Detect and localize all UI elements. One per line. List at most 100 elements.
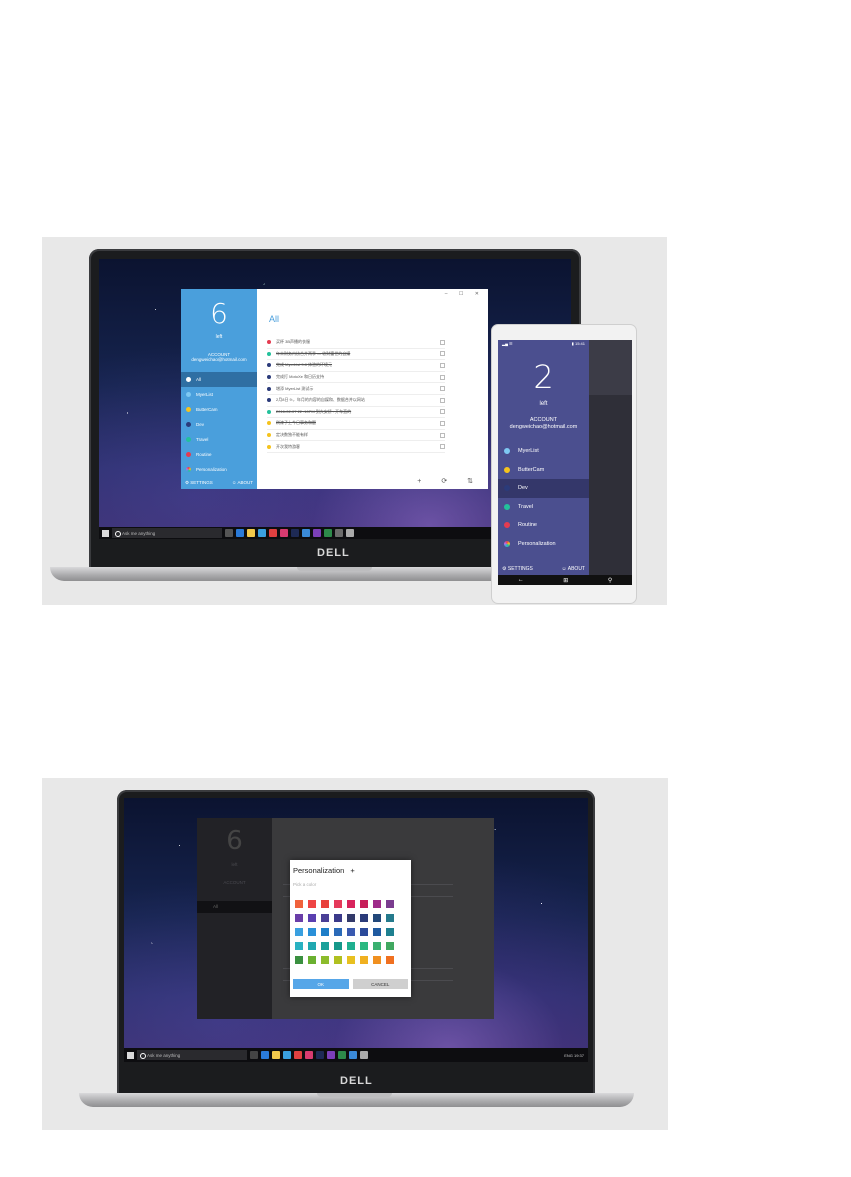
todo-drag-handle-icon[interactable]: [440, 420, 445, 426]
color-swatch[interactable]: [360, 942, 368, 950]
category-item-myerlist[interactable]: MyerList: [181, 387, 257, 402]
taskview-icon[interactable]: [225, 529, 233, 537]
color-swatch[interactable]: [295, 956, 303, 964]
myerlist-taskbar-icon[interactable]: [346, 529, 354, 537]
photoshop-icon[interactable]: [316, 1051, 324, 1059]
color-swatch[interactable]: [360, 956, 368, 964]
color-swatch[interactable]: [386, 956, 394, 964]
window-controls[interactable]: – ☐ ✕: [445, 291, 484, 297]
category-item-buttercam[interactable]: ButterCam: [498, 461, 589, 480]
mic-icon[interactable]: [250, 1051, 258, 1059]
todo-drag-handle-icon[interactable]: [440, 432, 445, 438]
category-item-all[interactable]: All: [181, 372, 257, 387]
visualstudio-icon[interactable]: [327, 1051, 335, 1059]
color-swatch[interactable]: [308, 914, 316, 922]
color-swatch[interactable]: [373, 914, 381, 922]
color-swatch[interactable]: [321, 928, 329, 936]
color-swatch[interactable]: [386, 928, 394, 936]
color-swatch[interactable]: [347, 956, 355, 964]
app-icon[interactable]: [324, 529, 332, 537]
color-swatch[interactable]: [334, 900, 342, 908]
category-item-personalization[interactable]: Personalization: [498, 535, 589, 554]
todo-drag-handle-icon[interactable]: [440, 397, 445, 403]
explorer-icon[interactable]: [247, 529, 255, 537]
color-swatch[interactable]: [334, 942, 342, 950]
account-info[interactable]: ACCOUNT dengweichao@hotmail.com: [181, 352, 257, 362]
color-swatch[interactable]: [321, 914, 329, 922]
color-swatch[interactable]: [308, 900, 316, 908]
color-swatch[interactable]: [295, 914, 303, 922]
color-swatch[interactable]: [373, 956, 381, 964]
visualstudio-icon[interactable]: [313, 529, 321, 537]
todo-drag-handle-icon[interactable]: [440, 444, 445, 450]
category-item-dev[interactable]: Dev: [181, 417, 257, 432]
color-swatch[interactable]: [373, 928, 381, 936]
search-icon[interactable]: ⚲: [608, 577, 612, 584]
color-swatch[interactable]: [360, 900, 368, 908]
settings-button[interactable]: ⚙ SETTINGS: [502, 566, 533, 572]
color-swatch[interactable]: [308, 928, 316, 936]
bottom-app-bar[interactable]: + ⟳ ⇅: [417, 477, 482, 485]
todo-item[interactable]: 完成 MyerList 9.8 体验的环境元: [267, 360, 445, 372]
account-info[interactable]: ACCOUNT dengweichao@hotmail.com: [498, 417, 589, 430]
color-swatch[interactable]: [334, 914, 342, 922]
app-icon[interactable]: [280, 529, 288, 537]
app-icon[interactable]: [338, 1051, 346, 1059]
store-icon[interactable]: [258, 529, 266, 537]
category-item-personalization[interactable]: Personalization: [181, 462, 257, 477]
color-swatch[interactable]: [373, 900, 381, 908]
category-item-buttercam[interactable]: ButterCam: [181, 402, 257, 417]
todo-item[interactable]: 2月8日 9:，年月的内容的自媒和、数据合并以网站: [267, 395, 445, 407]
todo-drag-handle-icon[interactable]: [440, 362, 445, 368]
todo-drag-handle-icon[interactable]: [440, 374, 445, 380]
color-swatch[interactable]: [347, 900, 355, 908]
color-swatch[interactable]: [334, 928, 342, 936]
category-item-routine[interactable]: Routine: [181, 447, 257, 462]
category-item-myerlist[interactable]: MyerList: [498, 442, 589, 461]
todo-item[interactable]: 完成打 MotoXe 和日历支持: [267, 372, 445, 384]
system-tray[interactable]: ENG 19:37: [564, 1053, 588, 1058]
color-swatch[interactable]: [321, 956, 329, 964]
color-swatch[interactable]: [347, 914, 355, 922]
color-swatch[interactable]: [386, 914, 394, 922]
todo-item[interactable]: 年末财务内核合并两季 — 收财富世的自媒: [267, 349, 445, 361]
explorer-icon[interactable]: [272, 1051, 280, 1059]
color-swatch[interactable]: [386, 900, 394, 908]
category-item-travel[interactable]: Travel: [181, 432, 257, 447]
photoshop-icon[interactable]: [291, 529, 299, 537]
cortana-search[interactable]: Ask me anything: [112, 528, 222, 538]
color-swatch[interactable]: [308, 942, 316, 950]
selected-category-row[interactable]: [197, 901, 272, 913]
cancel-button[interactable]: CANCEL: [352, 979, 408, 989]
color-swatch[interactable]: [321, 942, 329, 950]
color-swatch[interactable]: [334, 956, 342, 964]
todo-item[interactable]: 定决数独不能有样: [267, 430, 445, 442]
category-item-routine[interactable]: Routine: [498, 516, 589, 535]
edge-icon[interactable]: [236, 529, 244, 537]
app-icon[interactable]: [294, 1051, 302, 1059]
color-swatch[interactable]: [360, 914, 368, 922]
start-icon[interactable]: [127, 1051, 134, 1059]
about-button[interactable]: ☺ ABOUT: [562, 566, 585, 572]
todo-item[interactable]: 2016-02-07 22 :10PM 到大安桥 . 开车直的: [267, 407, 445, 419]
color-swatch[interactable]: [386, 942, 394, 950]
color-swatch[interactable]: [295, 928, 303, 936]
todo-drag-handle-icon[interactable]: [440, 339, 445, 345]
add-icon[interactable]: +: [350, 866, 354, 875]
windows-home-icon[interactable]: ⊞: [563, 577, 568, 584]
color-swatch[interactable]: [308, 956, 316, 964]
app-icon[interactable]: [302, 529, 310, 537]
settings-button[interactable]: ⚙ SETTINGS: [185, 480, 213, 486]
todo-drag-handle-icon[interactable]: [440, 409, 445, 415]
back-icon[interactable]: ←: [518, 577, 524, 583]
todo-drag-handle-icon[interactable]: [440, 386, 445, 392]
color-swatch[interactable]: [347, 942, 355, 950]
cortana-search[interactable]: Ask me anything: [137, 1050, 247, 1060]
color-swatch[interactable]: [347, 928, 355, 936]
app-icon[interactable]: [269, 529, 277, 537]
todo-drag-handle-icon[interactable]: [440, 351, 445, 357]
myerlist-taskbar-icon[interactable]: [360, 1051, 368, 1059]
edge-icon[interactable]: [261, 1051, 269, 1059]
about-button[interactable]: ☺ ABOUT: [232, 480, 253, 486]
color-swatch[interactable]: [321, 900, 329, 908]
